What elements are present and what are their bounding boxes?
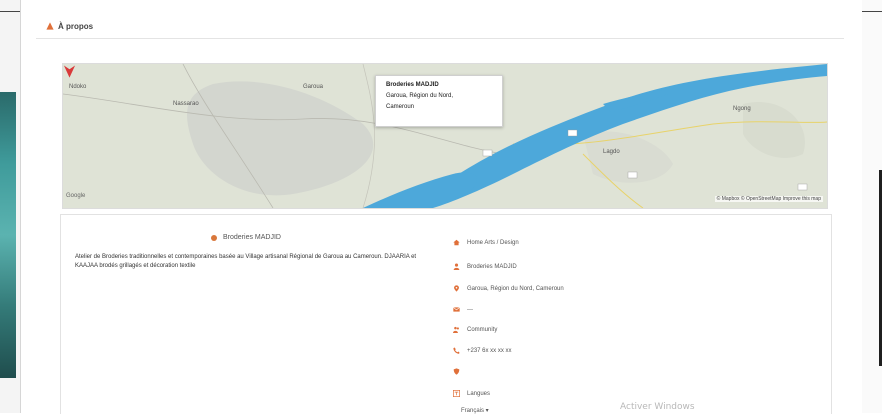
map-popup[interactable]: Broderies MADJID Garoua, Région du Nord,… bbox=[375, 75, 503, 127]
business-header: Broderies MADJID bbox=[211, 234, 281, 241]
google-logo: Google bbox=[66, 193, 86, 199]
section-header: À propos bbox=[46, 18, 93, 34]
phone-icon bbox=[453, 347, 460, 354]
map-attribution[interactable]: © Mapbox © OpenStreetMap Improve this ma… bbox=[714, 196, 823, 202]
detail-owner-text: Broderies MADJID bbox=[467, 263, 517, 270]
map-label-garoua: Garoua bbox=[303, 84, 324, 90]
mail-icon bbox=[453, 307, 460, 312]
detail-languages-text: Langues bbox=[467, 390, 491, 397]
popup-address: Garoua, Région du Nord, bbox=[386, 93, 454, 99]
detail-badge bbox=[453, 368, 467, 375]
detail-location-text: Garoua, Région du Nord, Cameroun bbox=[467, 285, 564, 292]
detail-email[interactable]: --- bbox=[453, 306, 473, 313]
map-label-ngong: Ngong bbox=[733, 106, 751, 112]
map-label-lagdo: Lagdo bbox=[603, 149, 620, 155]
popup-name: Broderies MADJID bbox=[386, 82, 439, 88]
business-info-panel: Broderies MADJID Atelier de Broderies tr… bbox=[60, 214, 832, 414]
translate-icon bbox=[453, 390, 460, 397]
map-marker-icon[interactable] bbox=[63, 64, 76, 80]
detail-owner[interactable]: Broderies MADJID bbox=[453, 263, 517, 270]
shield-icon bbox=[453, 368, 460, 375]
detail-category[interactable]: Home Arts / Design bbox=[453, 239, 519, 246]
profile-cover-image bbox=[0, 92, 16, 378]
users-icon bbox=[453, 326, 459, 333]
top-divider bbox=[0, 11, 20, 12]
activate-windows-watermark: Activer Windows bbox=[620, 402, 695, 412]
detail-languages: Langues bbox=[453, 390, 490, 397]
detail-category-text: Home Arts / Design bbox=[467, 239, 519, 246]
business-name: Broderies MADJID bbox=[223, 234, 281, 241]
left-sidebar-edge bbox=[0, 0, 21, 413]
map-label-ndoko: Ndoko bbox=[69, 84, 87, 90]
top-divider-right bbox=[862, 11, 882, 12]
detail-community[interactable]: Community bbox=[453, 326, 497, 333]
about-section: À propos Ndoko Garoua Nassarao Ngong Lag… bbox=[22, 0, 860, 414]
warning-icon bbox=[46, 22, 54, 30]
business-dot-icon bbox=[211, 234, 217, 241]
detail-phone[interactable]: +237 6x xx xx xx bbox=[453, 347, 512, 354]
map-label-nassarao: Nassarao bbox=[173, 101, 199, 107]
detail-email-text: --- bbox=[467, 306, 473, 313]
detail-phone-text: +237 6x xx xx xx bbox=[467, 347, 512, 354]
section-title: À propos bbox=[58, 21, 94, 31]
home-icon bbox=[453, 239, 460, 246]
user-icon bbox=[453, 263, 460, 270]
section-divider bbox=[36, 38, 844, 39]
business-description: Atelier de Broderies traditionnelles et … bbox=[75, 254, 417, 269]
detail-community-text: Community bbox=[467, 326, 498, 333]
location-pin-icon bbox=[454, 285, 459, 292]
detail-location[interactable]: Garoua, Région du Nord, Cameroun bbox=[453, 285, 564, 292]
right-panel-edge bbox=[862, 0, 882, 413]
location-map[interactable]: Ndoko Garoua Nassarao Ngong Lagdo Broder… bbox=[62, 63, 828, 209]
popup-country: Cameroun bbox=[386, 104, 415, 110]
